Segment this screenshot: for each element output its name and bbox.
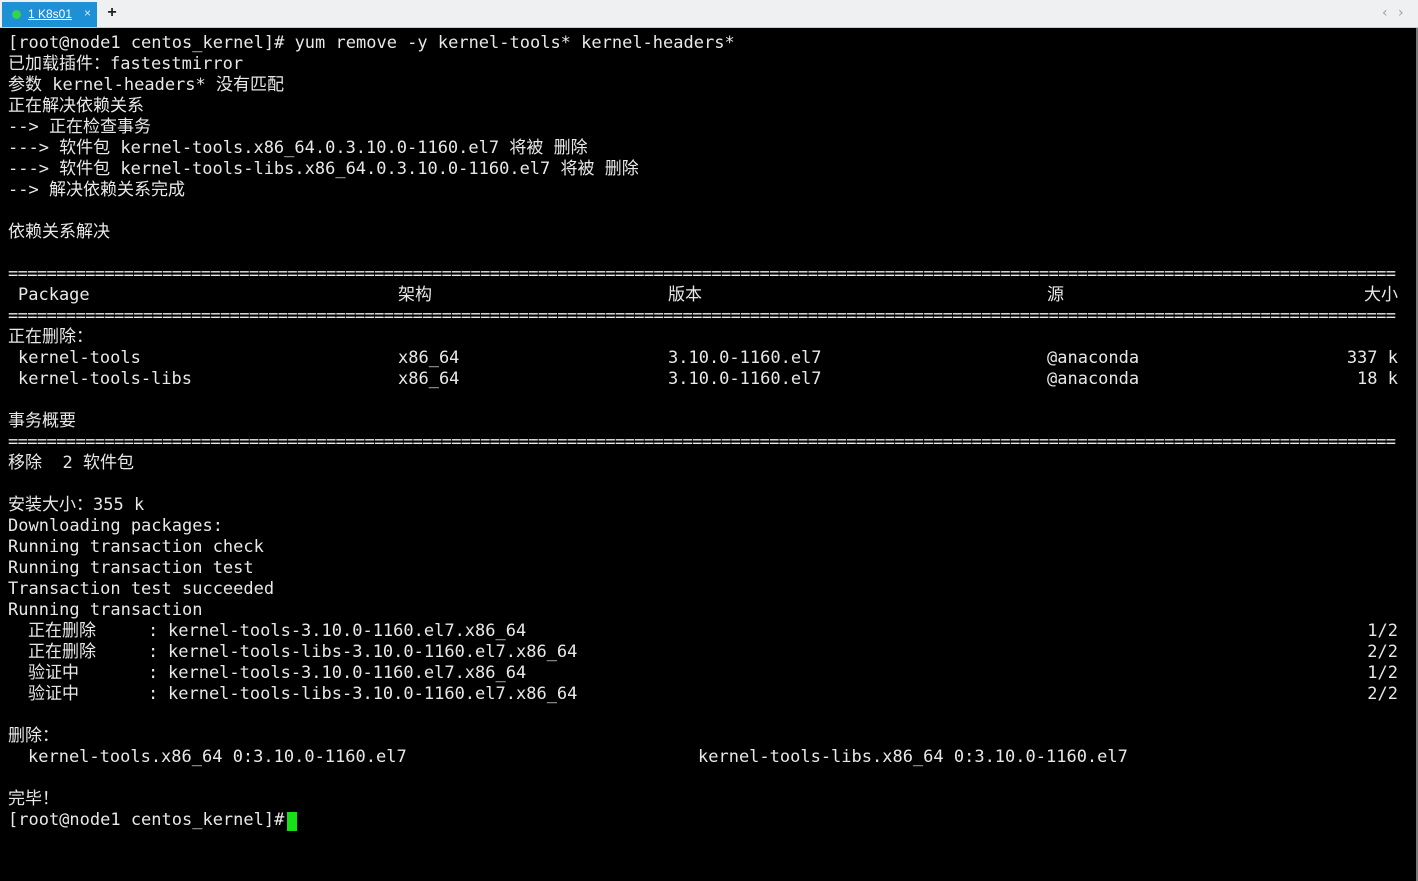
output-line: Downloading packages: [8, 516, 223, 536]
output-line: --> 正在检查事务 [8, 117, 151, 137]
output-line: Transaction test succeeded [8, 579, 275, 599]
progress-row: 验证中 : kernel-tools-3.10.0-1160.el7.x86_6… [8, 663, 1408, 684]
chevron-right-icon[interactable]: › [1398, 4, 1410, 22]
shell-prompt: [root@node1 centos_kernel]# [8, 810, 285, 830]
table-row: kernel-tools x86_64 3.10.0-1160.el7 @ana… [8, 348, 1408, 369]
section-header: 删除： [8, 726, 59, 746]
column-header-repo: 源 [1047, 285, 1064, 305]
output-line: Running transaction test [8, 558, 254, 578]
tab-bar: 1 K8s01 × + ‹ › [0, 0, 1418, 28]
size-cell: 18 k [1357, 369, 1398, 389]
progress-row: 正在删除 : kernel-tools-3.10.0-1160.el7.x86_… [8, 621, 1408, 642]
column-header-version: 版本 [668, 285, 702, 305]
progress-package: kernel-tools-3.10.0-1160.el7.x86_64 [168, 621, 527, 641]
progress-row: 验证中 : kernel-tools-libs-3.10.0-1160.el7.… [8, 684, 1408, 705]
output-line: 已加载插件：fastestmirror [8, 54, 244, 74]
output-line: 依赖关系解决 [8, 222, 110, 242]
version-cell: 3.10.0-1160.el7 [668, 348, 822, 368]
output-line: 移除 2 软件包 [8, 453, 134, 473]
progress-package: kernel-tools-libs-3.10.0-1160.el7.x86_64 [168, 642, 578, 662]
package-cell: kernel-tools-libs [18, 369, 192, 389]
column-header-size: 大小 [1364, 285, 1398, 305]
package-cell: kernel-tools [18, 348, 141, 368]
repo-cell: @anaconda [1047, 369, 1140, 389]
removed-package: kernel-tools.x86_64 0:3.10.0-1160.el7 [28, 747, 407, 767]
progress-separator: : [148, 663, 159, 683]
repo-cell: @anaconda [1047, 348, 1140, 368]
chevron-left-icon[interactable]: ‹ [1382, 4, 1394, 22]
removed-row: kernel-tools.x86_64 0:3.10.0-1160.el7 ke… [8, 747, 1408, 768]
command-line: [root@node1 centos_kernel]# yum remove -… [8, 33, 735, 53]
table-header: Package 架构 版本 源 大小 [8, 285, 1408, 306]
output-line: Running transaction [8, 600, 203, 620]
arch-cell: x86_64 [398, 348, 460, 368]
progress-count: 1/2 [1367, 663, 1398, 683]
text-cursor [287, 812, 297, 831]
output-line: ---> 软件包 kernel-tools-libs.x86_64.0.3.10… [8, 159, 639, 179]
arch-cell: x86_64 [398, 369, 460, 389]
version-cell: 3.10.0-1160.el7 [668, 369, 822, 389]
separator-line: ========================================… [8, 306, 1396, 326]
section-header: 事务概要 [8, 411, 76, 431]
progress-count: 1/2 [1367, 621, 1398, 641]
output-line: 完毕！ [8, 789, 59, 809]
output-line: 安装大小：355 k [8, 495, 145, 515]
new-tab-button[interactable]: + [104, 3, 120, 23]
size-cell: 337 k [1346, 348, 1398, 368]
connected-status-icon [12, 10, 21, 19]
progress-separator: : [148, 621, 159, 641]
progress-row: 正在删除 : kernel-tools-libs-3.10.0-1160.el7… [8, 642, 1408, 663]
separator-line: ========================================… [8, 264, 1396, 284]
removed-package: kernel-tools-libs.x86_64 0:3.10.0-1160.e… [698, 747, 1128, 767]
output-line: Running transaction check [8, 537, 264, 557]
session-tab[interactable]: 1 K8s01 × [2, 2, 97, 27]
terminal-output[interactable]: [root@node1 centos_kernel]# yum remove -… [0, 28, 1418, 881]
progress-action: 验证中 [28, 663, 79, 683]
output-line: 参数 kernel-headers* 没有匹配 [8, 75, 284, 95]
output-line: ---> 软件包 kernel-tools.x86_64.0.3.10.0-11… [8, 138, 588, 158]
column-header-package: Package [18, 285, 90, 305]
table-row: kernel-tools-libs x86_64 3.10.0-1160.el7… [8, 369, 1408, 390]
progress-separator: : [148, 684, 159, 704]
progress-count: 2/2 [1367, 684, 1398, 704]
output-line: --> 解决依赖关系完成 [8, 180, 185, 200]
progress-action: 正在删除 [28, 621, 96, 641]
session-tab-label: 1 K8s01 [28, 7, 73, 21]
progress-separator: : [148, 642, 159, 662]
progress-count: 2/2 [1367, 642, 1398, 662]
output-line: 正在解决依赖关系 [8, 96, 144, 116]
column-header-arch: 架构 [398, 285, 432, 305]
progress-action: 正在删除 [28, 642, 96, 662]
close-tab-icon[interactable]: × [84, 6, 91, 20]
section-header: 正在删除： [8, 327, 93, 347]
progress-package: kernel-tools-libs-3.10.0-1160.el7.x86_64 [168, 684, 578, 704]
separator-line: ========================================… [8, 432, 1396, 452]
progress-package: kernel-tools-3.10.0-1160.el7.x86_64 [168, 663, 527, 683]
progress-action: 验证中 [28, 684, 79, 704]
